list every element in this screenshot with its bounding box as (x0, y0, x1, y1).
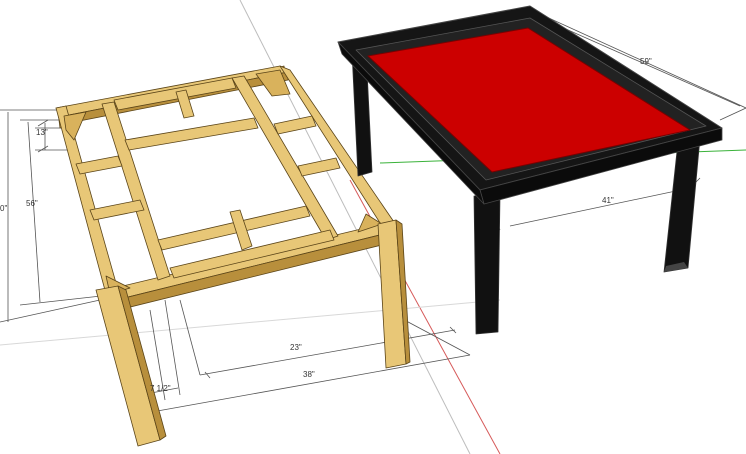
table-leg-back-right (663, 137, 701, 273)
dim-label-23: 23" (290, 343, 302, 352)
wood-block-l2 (89, 199, 145, 221)
wood-block-l1 (75, 155, 123, 175)
wood-block-r2 (297, 157, 341, 177)
dim-label-7-1-2: 7 1/2" (150, 384, 171, 393)
dim-label-56: 56" (26, 199, 38, 208)
sketchup-viewport: 13" 56" 0" 23" 38" 7 1/2" 59" 41" (0, 0, 746, 454)
dim-label-0: 0" (0, 204, 7, 213)
dim-label-13: 13" (36, 128, 48, 137)
table-leg-front-left (473, 193, 501, 335)
dim-label-38: 38" (303, 370, 315, 379)
dim-label-41: 41" (602, 196, 614, 205)
axis-gray-line-2 (0, 299, 501, 346)
wood-cross-2 (124, 117, 259, 151)
wood-rail-left (55, 105, 119, 295)
wood-rail-inner-left (101, 101, 171, 281)
wood-block-r1 (273, 115, 317, 135)
dim-label-59: 59" (640, 57, 652, 66)
